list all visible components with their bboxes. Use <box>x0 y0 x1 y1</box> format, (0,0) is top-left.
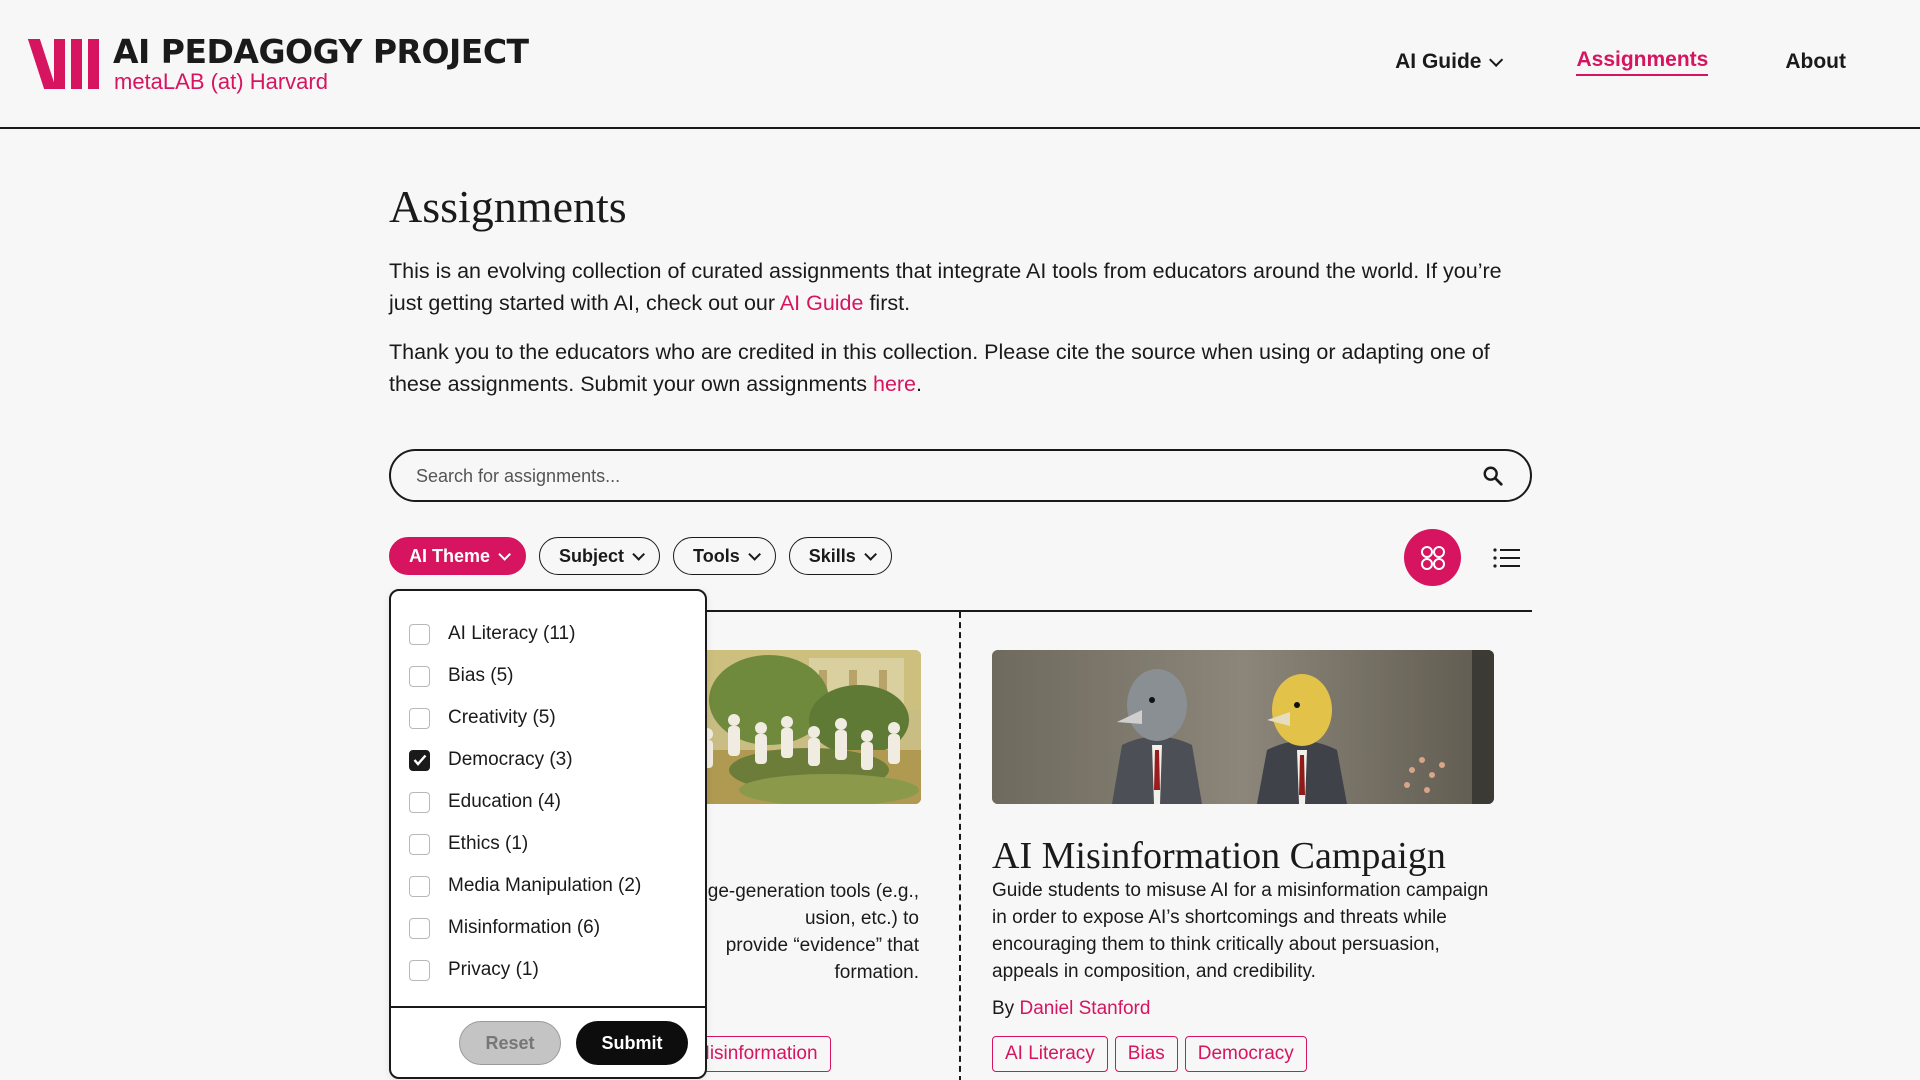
nav-assignments[interactable]: Assignments <box>1576 48 1709 76</box>
search-input[interactable] <box>416 463 1436 489</box>
site-header: AI PEDAGOGY PROJECT metaLAB (at) Harvard… <box>0 0 1920 129</box>
main-content: Assignments This is an evolving collecti… <box>389 180 1532 1080</box>
theme-options: AI Literacy (11) Bias (5) Creativity (5)… <box>409 613 641 991</box>
theme-option[interactable]: Privacy (1) <box>409 949 641 991</box>
card-image <box>992 650 1494 804</box>
filter-subject[interactable]: Subject <box>539 537 661 575</box>
theme-option[interactable]: AI Literacy (11) <box>409 613 641 655</box>
nav-about[interactable]: About <box>1785 50 1846 74</box>
filter-tools[interactable]: Tools <box>673 537 776 575</box>
theme-option-label: Education (4) <box>448 791 562 812</box>
theme-option-label: Media Manipulation (2) <box>448 875 642 896</box>
card-author: By Daniel Stanford <box>992 998 1150 1020</box>
grid-icon <box>1420 545 1445 570</box>
card-description: Guide students to misuse AI for a misinf… <box>992 880 1489 982</box>
checkbox[interactable] <box>409 875 430 897</box>
nav-ai-guide-label: AI Guide <box>1395 50 1482 73</box>
list-icon <box>1493 548 1520 568</box>
filter-ai-theme-label: AI Theme <box>409 545 491 566</box>
tag-ai-literacy[interactable]: AI Literacy <box>992 1036 1108 1072</box>
site-logo[interactable]: AI PEDAGOGY PROJECT metaLAB (at) Harvard <box>27 32 529 94</box>
theme-option-label: Democracy (3) <box>448 749 573 770</box>
logo-subtitle: metaLAB (at) Harvard <box>114 69 328 94</box>
filter-subject-label: Subject <box>559 545 625 566</box>
filter-bar: AI Theme Subject Tools Skills <box>389 537 892 575</box>
search-icon[interactable] <box>1482 465 1504 487</box>
checkbox[interactable] <box>409 707 430 729</box>
submit-here-link[interactable]: here <box>873 372 916 396</box>
tag-bias[interactable]: Bias <box>1114 1036 1178 1072</box>
checkbox[interactable] <box>409 917 430 939</box>
chevron-down-icon <box>1489 52 1504 67</box>
theme-option[interactable]: Ethics (1) <box>409 823 641 865</box>
submit-button[interactable]: Submit <box>576 1021 688 1065</box>
ai-theme-dropdown: AI Literacy (11) Bias (5) Creativity (5)… <box>389 589 707 1079</box>
filter-skills[interactable]: Skills <box>788 537 892 575</box>
column-divider <box>959 612 961 1080</box>
reset-button[interactable]: Reset <box>459 1021 561 1065</box>
intro-paragraph-1: This is an evolving collection of curate… <box>389 259 1502 315</box>
ai-guide-link[interactable]: AI Guide <box>780 291 864 315</box>
dropdown-divider <box>391 1006 705 1008</box>
checkbox[interactable] <box>409 833 430 855</box>
tag-democracy[interactable]: Democracy <box>1184 1036 1307 1072</box>
checkbox[interactable] <box>409 665 430 687</box>
checkbox[interactable] <box>409 959 430 981</box>
logo-mark-icon <box>27 39 99 89</box>
filter-skills-label: Skills <box>808 545 856 566</box>
theme-option[interactable]: Bias (5) <box>409 655 641 697</box>
by-label: By <box>992 998 1015 1019</box>
card-tags: AI Literacy Bias Democracy <box>992 1036 1307 1072</box>
checkbox[interactable] <box>409 623 430 645</box>
chevron-down-icon <box>498 547 512 561</box>
intro-paragraph-2: Thank you to the educators who are credi… <box>389 340 1490 396</box>
filter-tools-label: Tools <box>693 545 740 566</box>
chevron-down-icon <box>632 547 646 561</box>
list-view-button[interactable] <box>1489 540 1525 576</box>
main-nav: AI Guide Assignments About <box>1395 48 1846 76</box>
theme-option[interactable]: Creativity (5) <box>409 697 641 739</box>
theme-option[interactable]: Media Manipulation (2) <box>409 865 641 907</box>
card-title[interactable]: AI Misinformation Campaign <box>992 834 1446 878</box>
theme-option-label: Bias (5) <box>448 665 514 686</box>
theme-option[interactable]: Democracy (3) <box>409 739 641 781</box>
theme-option[interactable]: Education (4) <box>409 781 641 823</box>
filter-ai-theme[interactable]: AI Theme <box>389 537 527 575</box>
theme-option-label: Creativity (5) <box>448 707 556 728</box>
author-link[interactable]: Daniel Stanford <box>1019 998 1150 1019</box>
search-bar <box>389 449 1532 502</box>
theme-option[interactable]: Misinformation (6) <box>409 907 641 949</box>
theme-option-label: Privacy (1) <box>448 959 539 980</box>
theme-option-label: AI Literacy (11) <box>448 623 576 644</box>
theme-option-label: Ethics (1) <box>448 833 529 854</box>
checkbox-checked[interactable] <box>409 749 430 771</box>
chevron-down-icon <box>747 547 761 561</box>
page-title: Assignments <box>389 181 627 232</box>
checkmark-icon <box>413 754 426 766</box>
nav-ai-guide[interactable]: AI Guide <box>1395 50 1504 74</box>
logo-title: AI PEDAGOGY PROJECT <box>113 32 529 71</box>
grid-view-button[interactable] <box>1404 529 1461 586</box>
theme-option-label: Misinformation (6) <box>448 917 601 938</box>
checkbox[interactable] <box>409 791 430 813</box>
chevron-down-icon <box>864 547 877 561</box>
